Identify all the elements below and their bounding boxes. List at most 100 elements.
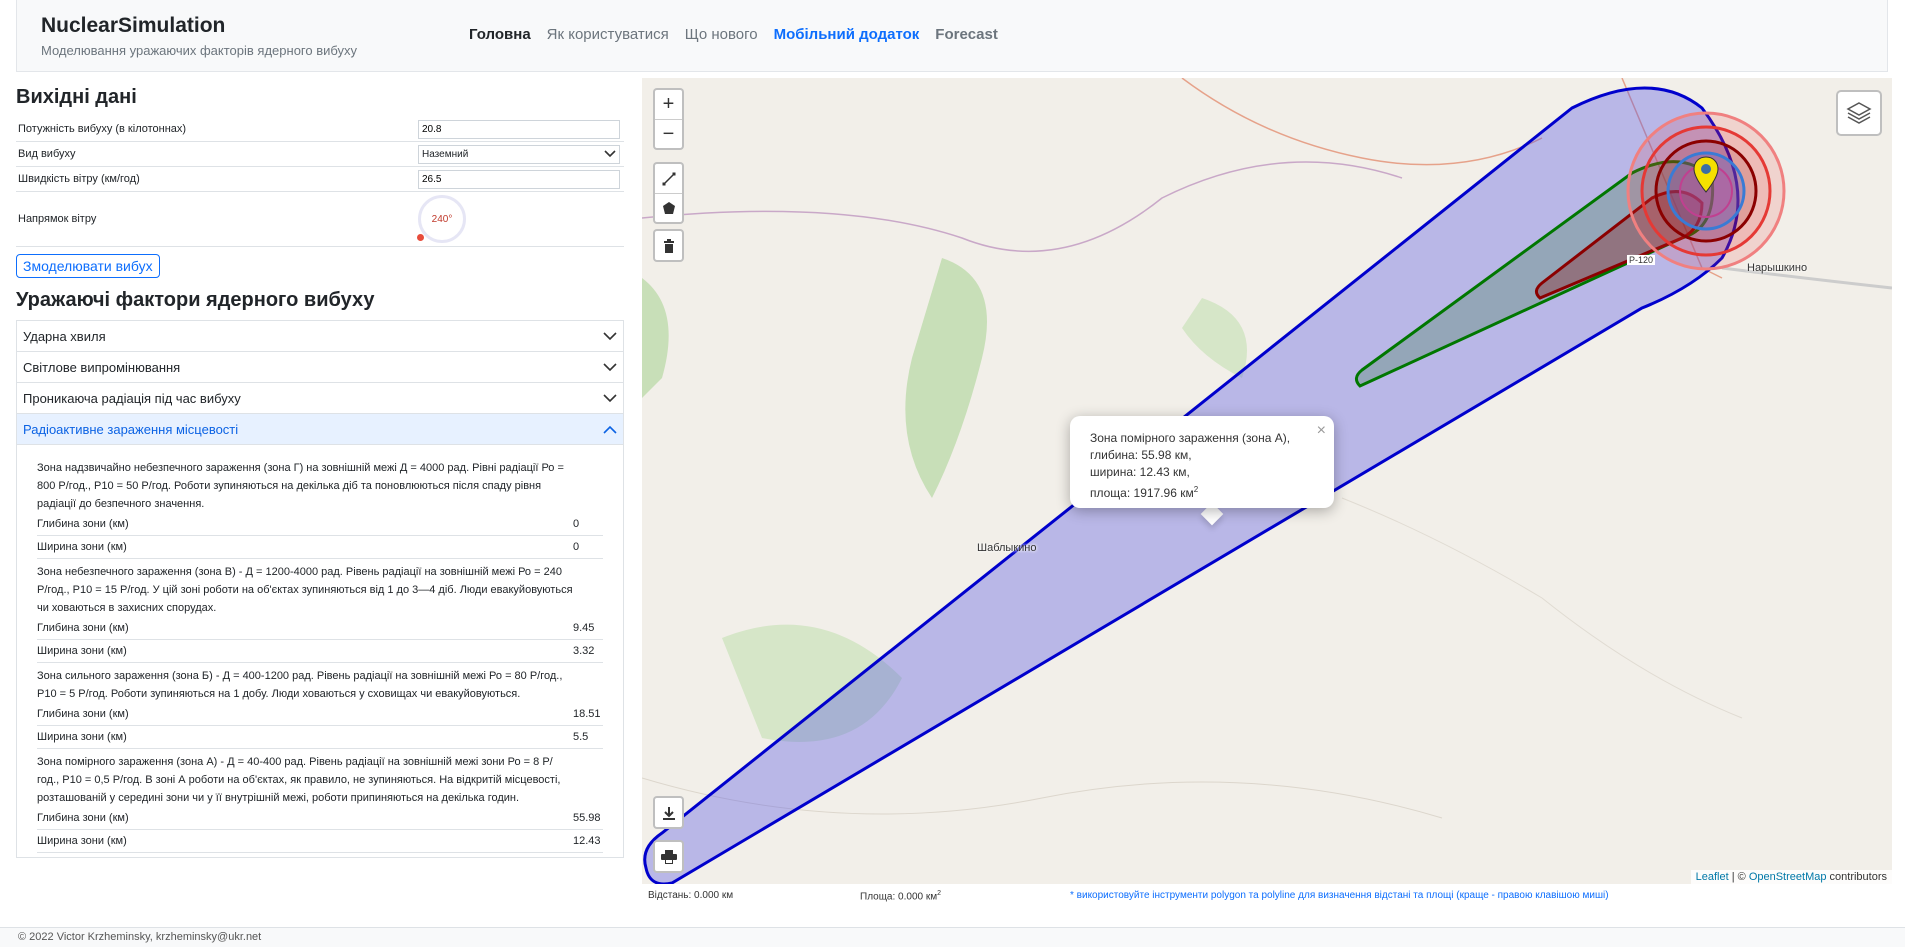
draw-polygon-button[interactable] <box>655 193 682 222</box>
print-control <box>653 840 684 873</box>
popup-line: Зона помірного зараження (зона А), <box>1090 431 1291 445</box>
wind-speed-row: Швидкість вітру (км/год) <box>16 167 624 192</box>
map[interactable]: Шаблыкино Нарышкино Р-120 + − × Зона пом… <box>642 78 1892 884</box>
popup-area: площа: 1917.96 км <box>1090 486 1194 500</box>
zone-depth-label: Глибина зони (км) <box>37 708 129 720</box>
measure-hint: * використовуйте інструменти polygon та … <box>1070 890 1609 901</box>
delete-layers-button[interactable] <box>655 231 682 260</box>
table-row: Ширина зони (км) 3.32 <box>37 640 603 663</box>
popup-area-sup: 2 <box>1193 485 1199 494</box>
accordion-label: Світлове випромінювання <box>23 359 181 375</box>
yield-input[interactable] <box>418 119 620 139</box>
wind-direction-row: Напрямок вітру 240° <box>16 192 624 247</box>
accordion-label: Радіоактивне зараження місцевості <box>23 421 239 437</box>
area-text: Площа: 0.000 км <box>860 891 938 903</box>
layers-control[interactable] <box>1836 90 1882 136</box>
input-heading: Вихідні дані <box>16 86 137 108</box>
zoom-out-button[interactable]: − <box>655 119 682 148</box>
brand-title[interactable]: NuclearSimulation <box>41 14 357 38</box>
zone-width-label: Ширина зони (км) <box>37 541 127 553</box>
dial-handle[interactable] <box>417 234 424 241</box>
osm-link[interactable]: OpenStreetMap <box>1749 871 1827 883</box>
main-nav: Головна Як користуватися Що нового Мобіл… <box>469 26 1014 43</box>
polyline-icon <box>662 172 675 185</box>
nav-whats-new[interactable]: Що нового <box>685 26 758 43</box>
left-panel: Вихідні дані Потужність вибуху (в кілото… <box>16 80 624 858</box>
distance-readout: Відстань: 0.000 км <box>648 890 734 901</box>
accordion-radioactive-contamination[interactable]: Радіоактивне зараження місцевості <box>17 414 623 445</box>
download-control <box>653 796 684 829</box>
chevron-down-icon <box>604 150 616 158</box>
zone-popup: × Зона помірного зараження (зона А), гли… <box>1070 416 1334 508</box>
trash-icon <box>663 238 674 253</box>
zone-g-description: Зона надзвичайно небезпечного зараження … <box>37 462 564 510</box>
brand[interactable]: NuclearSimulation Моделювання уражаючих … <box>41 14 357 58</box>
factors-heading: Уражаючі фактори ядерного вибуху <box>16 289 375 311</box>
popup-line: глибина: 55.98 км, <box>1090 448 1192 462</box>
popup-line: площа: 1917.96 км2 <box>1090 481 1314 502</box>
explosion-type-select[interactable]: Наземний <box>418 144 620 164</box>
attrib-tail: contributors <box>1826 871 1887 883</box>
close-icon[interactable]: × <box>1317 422 1326 439</box>
attrib-sep: | © <box>1728 871 1749 883</box>
nav-mobile-app[interactable]: Мобільний додаток <box>774 26 920 43</box>
area-sup: 2 <box>937 890 942 897</box>
zone-depth-value: 9.45 <box>573 622 595 634</box>
wind-speed-input[interactable] <box>418 169 620 189</box>
draw-toolbar <box>653 162 684 224</box>
delete-control <box>653 229 684 262</box>
table-row: Глибина зони (км) 9.45 <box>37 617 603 640</box>
explosion-type-value: Наземний <box>422 148 469 160</box>
zone-a-description: Зона помірного зараження (зона А) - Д = … <box>37 756 561 804</box>
zone-v-description: Зона небезпечного зараження (зона В) - Д… <box>37 566 573 614</box>
zone-depth-label: Глибина зони (км) <box>37 518 129 530</box>
table-row: Ширина зони (км) 0 <box>37 536 603 559</box>
layers-icon <box>1846 102 1872 124</box>
zone-width-label: Ширина зони (км) <box>37 731 127 743</box>
yield-label: Потужність вибуху (в кілотоннах) <box>18 123 187 135</box>
simulate-button[interactable]: Змоделювати вибух <box>16 254 160 278</box>
wind-direction-value: 240° <box>431 213 453 225</box>
zone-depth-label: Глибина зони (км) <box>37 812 129 824</box>
nav-home[interactable]: Головна <box>469 26 531 43</box>
chevron-up-icon <box>603 425 617 434</box>
table-row: Глибина зони (км) 55.98 <box>37 807 603 830</box>
accordion-label: Проникаюча радіація під час вибуху <box>23 390 241 406</box>
popup-line: ширина: 12.43 км, <box>1090 465 1190 479</box>
accordion-shock-wave[interactable]: Ударна хвиля <box>17 321 623 352</box>
brand-subtitle: Моделювання уражаючих факторів ядерного … <box>41 43 358 58</box>
contamination-details: Зона надзвичайно небезпечного зараження … <box>17 445 623 857</box>
download-button[interactable] <box>655 798 682 827</box>
zone-width-value: 0 <box>573 541 580 553</box>
zoom-in-button[interactable]: + <box>655 90 682 119</box>
accordion-penetrating-radiation[interactable]: Проникаюча радіація під час вибуху <box>17 383 623 414</box>
type-label: Вид вибуху <box>18 148 76 160</box>
type-row: Вид вибуху Наземний <box>16 142 624 167</box>
zone-depth-value: 18.51 <box>573 708 601 720</box>
navbar: NuclearSimulation Моделювання уражаючих … <box>16 0 1888 72</box>
chevron-down-icon <box>603 331 617 340</box>
zone-b-description: Зона сильного зараження (зона Б) - Д = 4… <box>37 670 563 700</box>
factors-accordion: Ударна хвиля Світлове випромінювання Про… <box>16 320 624 858</box>
chevron-down-icon <box>603 393 617 402</box>
zone-depth-value: 55.98 <box>573 812 601 824</box>
town-label-shablykino: Шаблыкино <box>977 542 1037 554</box>
print-button[interactable] <box>655 842 682 871</box>
nav-forecast[interactable]: Forecast <box>935 26 998 43</box>
nav-how-to-use[interactable]: Як користуватися <box>547 26 669 43</box>
draw-polyline-button[interactable] <box>655 164 682 193</box>
zoom-control: + − <box>653 88 684 150</box>
chevron-down-icon <box>603 362 617 371</box>
map-attribution: Leaflet | © OpenStreetMap contributors <box>1690 870 1892 884</box>
yield-row: Потужність вибуху (в кілотоннах) <box>16 117 624 142</box>
accordion-light-radiation[interactable]: Світлове випромінювання <box>17 352 623 383</box>
marker-icon[interactable] <box>1693 156 1719 194</box>
wind-speed-label: Швидкість вітру (км/год) <box>18 173 140 185</box>
leaflet-link[interactable]: Leaflet <box>1696 871 1729 883</box>
download-icon <box>662 806 675 820</box>
zone-width-label: Ширина зони (км) <box>37 645 127 657</box>
zone-width-value: 5.5 <box>573 731 589 743</box>
wind-direction-dial[interactable]: 240° <box>417 195 466 243</box>
wind-direction-label: Напрямок вітру <box>18 213 97 225</box>
footer: © 2022 Victor Krzheminsky, krzheminsky@u… <box>0 927 1905 947</box>
